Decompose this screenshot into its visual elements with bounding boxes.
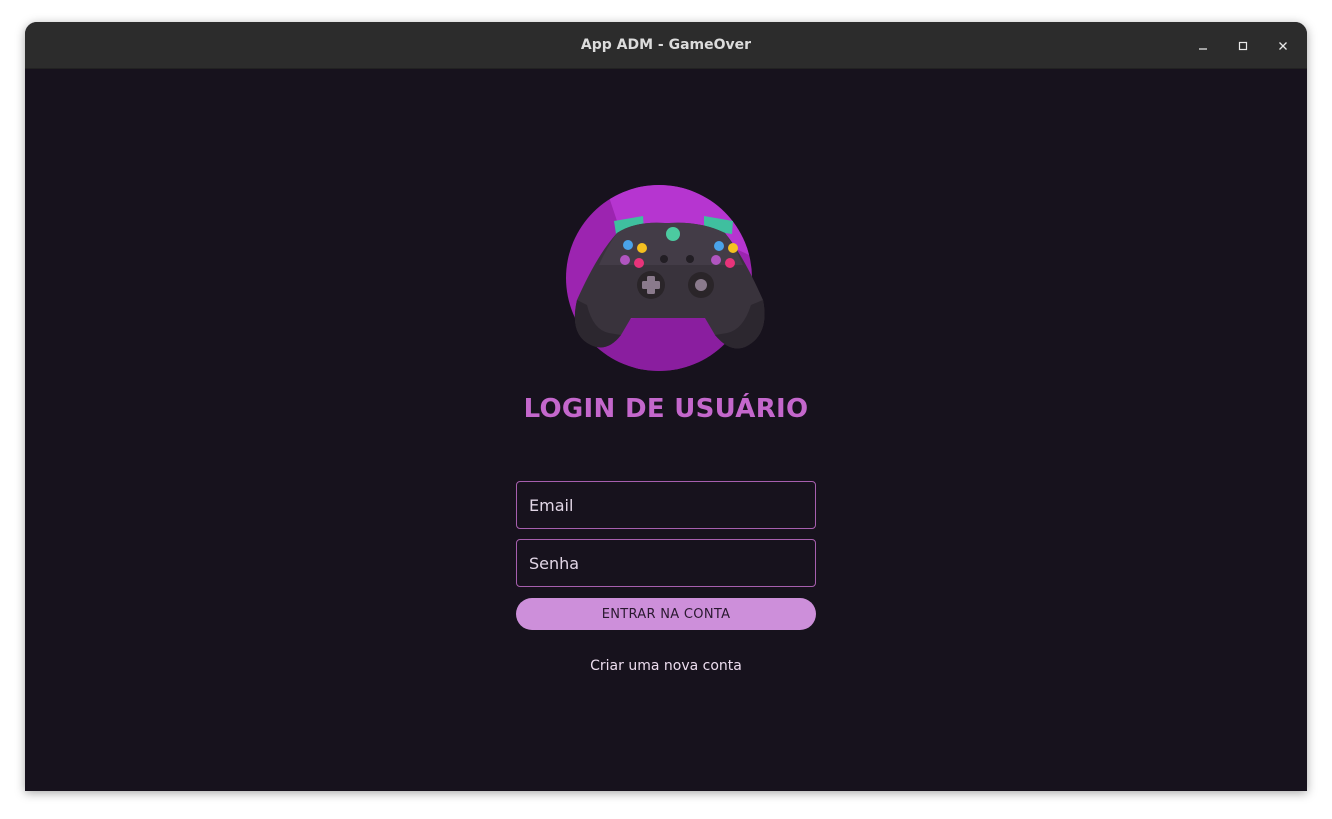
close-button[interactable] — [1271, 34, 1295, 58]
title-bar[interactable]: App ADM - GameOver — [25, 22, 1307, 69]
close-icon — [1279, 42, 1287, 50]
email-field[interactable] — [516, 481, 816, 529]
page-title: LOGIN DE USUÁRIO — [523, 394, 809, 424]
maximize-icon — [1238, 41, 1248, 51]
minimize-button[interactable] — [1191, 34, 1215, 58]
window-title: App ADM - GameOver — [580, 37, 752, 53]
login-button[interactable]: ENTRAR NA CONTA — [516, 598, 816, 630]
email-input[interactable] — [517, 482, 815, 528]
minimize-icon — [1199, 48, 1207, 50]
maximize-button[interactable] — [1231, 34, 1255, 58]
password-field[interactable] — [516, 539, 816, 587]
login-screen: LOGIN DE USUÁRIO ENTRAR NA CONTA Criar u… — [25, 69, 1307, 791]
app-window: App ADM - GameOver LOGIN DE USUÁRIO Emai… — [25, 22, 1307, 791]
gamepad-icon — [566, 185, 765, 371]
password-input[interactable] — [517, 540, 815, 586]
create-account-link[interactable]: Criar uma nova conta — [25, 658, 1307, 674]
